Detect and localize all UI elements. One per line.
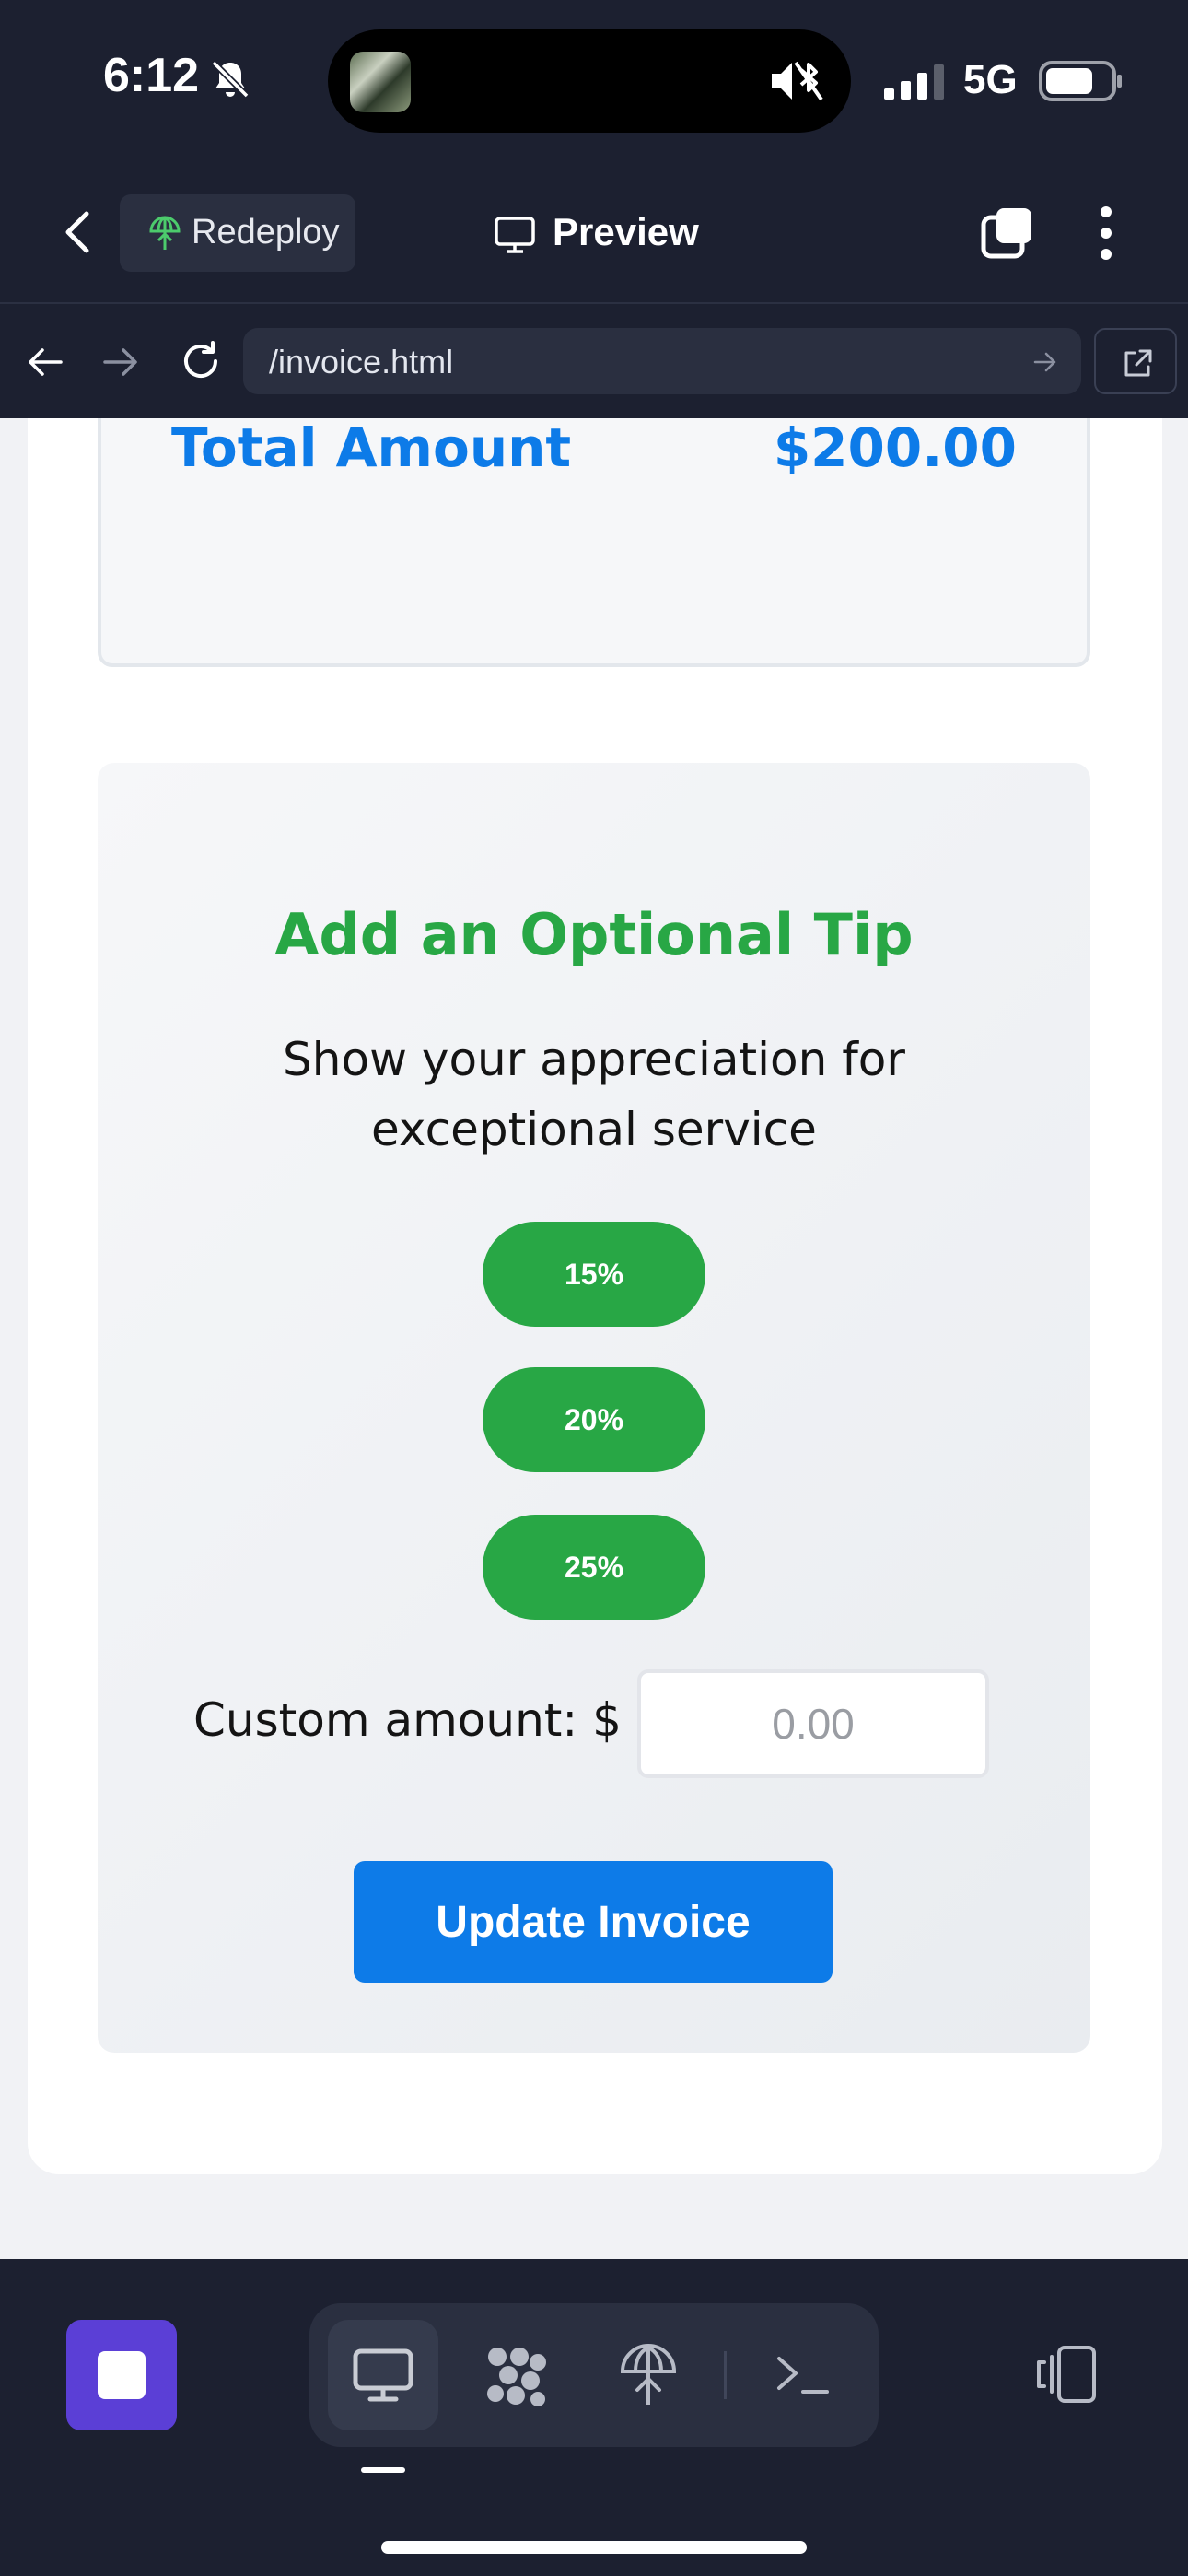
deploy-icon bbox=[620, 2344, 677, 2405]
now-playing-artwork bbox=[350, 52, 411, 112]
external-link-icon bbox=[1124, 349, 1152, 377]
monitor-icon bbox=[353, 2348, 413, 2402]
custom-amount-label: Custom amount: $ bbox=[193, 1693, 622, 1747]
go-arrow-icon[interactable] bbox=[1033, 350, 1057, 374]
webview: Total Amount $200.00 Add an Optional Tip… bbox=[0, 418, 1188, 2259]
toolbar-divider bbox=[724, 2351, 727, 2399]
invoice-summary: Total Amount $200.00 bbox=[98, 418, 1090, 667]
update-invoice-button[interactable]: Update Invoice bbox=[354, 1861, 833, 1983]
network-type: 5G bbox=[963, 57, 1018, 102]
dynamic-island bbox=[328, 29, 851, 133]
total-amount-label: Total Amount bbox=[171, 418, 572, 479]
preview-label: Preview bbox=[553, 210, 699, 253]
url-field[interactable]: /invoice.html bbox=[243, 328, 1081, 394]
tip-25-button[interactable]: 25% bbox=[483, 1515, 705, 1620]
terminal-icon bbox=[777, 2357, 829, 2394]
battery-icon bbox=[1039, 61, 1122, 101]
tool-switcher bbox=[309, 2303, 879, 2447]
mute-bluetooth-icon bbox=[772, 61, 823, 101]
custom-amount-input[interactable] bbox=[637, 1669, 989, 1778]
tip-subtitle: Show your appreciation for exceptional s… bbox=[283, 1033, 905, 1156]
more-options-icon[interactable] bbox=[1094, 205, 1118, 262]
stop-icon bbox=[98, 2351, 146, 2399]
tip-title: Add an Optional Tip bbox=[274, 901, 914, 968]
reload-icon[interactable] bbox=[179, 339, 223, 383]
total-amount-value: $200.00 bbox=[773, 418, 1017, 479]
url-text: /invoice.html bbox=[269, 343, 454, 381]
invoice-card: Total Amount $200.00 Add an Optional Tip… bbox=[28, 418, 1162, 2174]
stop-button[interactable] bbox=[66, 2320, 177, 2430]
redeploy-button[interactable]: Redeploy bbox=[120, 194, 355, 272]
active-tool-indicator bbox=[361, 2467, 405, 2473]
monitor-icon bbox=[495, 217, 535, 253]
bell-off-icon bbox=[211, 60, 250, 99]
tabs-icon[interactable] bbox=[980, 205, 1035, 260]
tool-shell[interactable] bbox=[748, 2320, 858, 2430]
arrow-left-icon[interactable] bbox=[26, 343, 64, 381]
signal-icon bbox=[884, 64, 944, 100]
home-indicator[interactable] bbox=[381, 2541, 807, 2554]
back-chevron-icon[interactable] bbox=[61, 210, 92, 254]
tip-20-button[interactable]: 20% bbox=[483, 1367, 705, 1472]
tool-deploy[interactable] bbox=[593, 2320, 704, 2430]
status-time: 6:12 bbox=[103, 49, 200, 102]
arrow-right-icon[interactable] bbox=[101, 343, 140, 381]
redeploy-label: Redeploy bbox=[192, 213, 340, 252]
tip-15-button[interactable]: 15% bbox=[483, 1222, 705, 1327]
tip-section: Add an Optional Tip Show your appreciati… bbox=[98, 763, 1090, 2053]
deploy-icon bbox=[149, 216, 181, 250]
tool-workflows[interactable] bbox=[460, 2320, 571, 2430]
device-toggle-icon[interactable] bbox=[1031, 2344, 1098, 2405]
tool-preview[interactable] bbox=[328, 2320, 438, 2430]
grid-dots-icon bbox=[487, 2348, 546, 2406]
open-external-button[interactable] bbox=[1094, 328, 1177, 394]
